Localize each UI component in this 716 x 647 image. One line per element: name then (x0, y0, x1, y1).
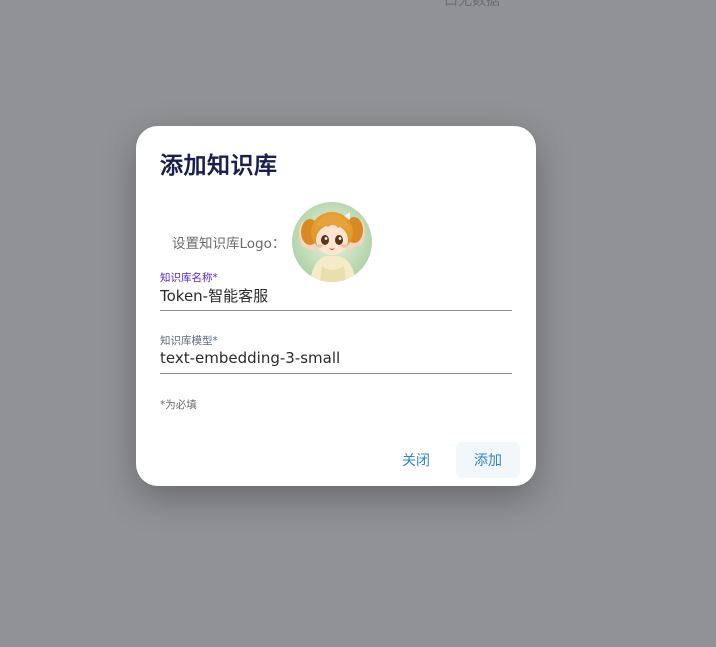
model-input[interactable] (160, 347, 512, 374)
logo-avatar-upload[interactable] (292, 202, 372, 282)
add-knowledge-base-dialog: 添加知识库 设置知识库Logo： 知识库名称* Token-智能客服 知识库模型… (136, 126, 536, 486)
background-empty-text: 口无数据 (444, 0, 500, 9)
anime-girl-avatar-image (292, 202, 372, 282)
name-field-label: 知识库名称* (160, 272, 218, 284)
logo-row: 设置知识库Logo： (172, 202, 372, 282)
name-input[interactable] (160, 284, 512, 311)
logo-label: 设置知识库Logo： (172, 236, 286, 252)
model-field-label: 知识库模型* (160, 335, 218, 347)
dialog-title: 添加知识库 (160, 153, 278, 179)
close-button[interactable]: 关闭 (392, 442, 440, 478)
add-button[interactable]: 添加 (456, 442, 520, 478)
knowledge-base-model-field: 知识库模型* (160, 335, 512, 374)
required-note: *为必填 (160, 399, 197, 411)
knowledge-base-name-field: 知识库名称* (160, 272, 512, 311)
